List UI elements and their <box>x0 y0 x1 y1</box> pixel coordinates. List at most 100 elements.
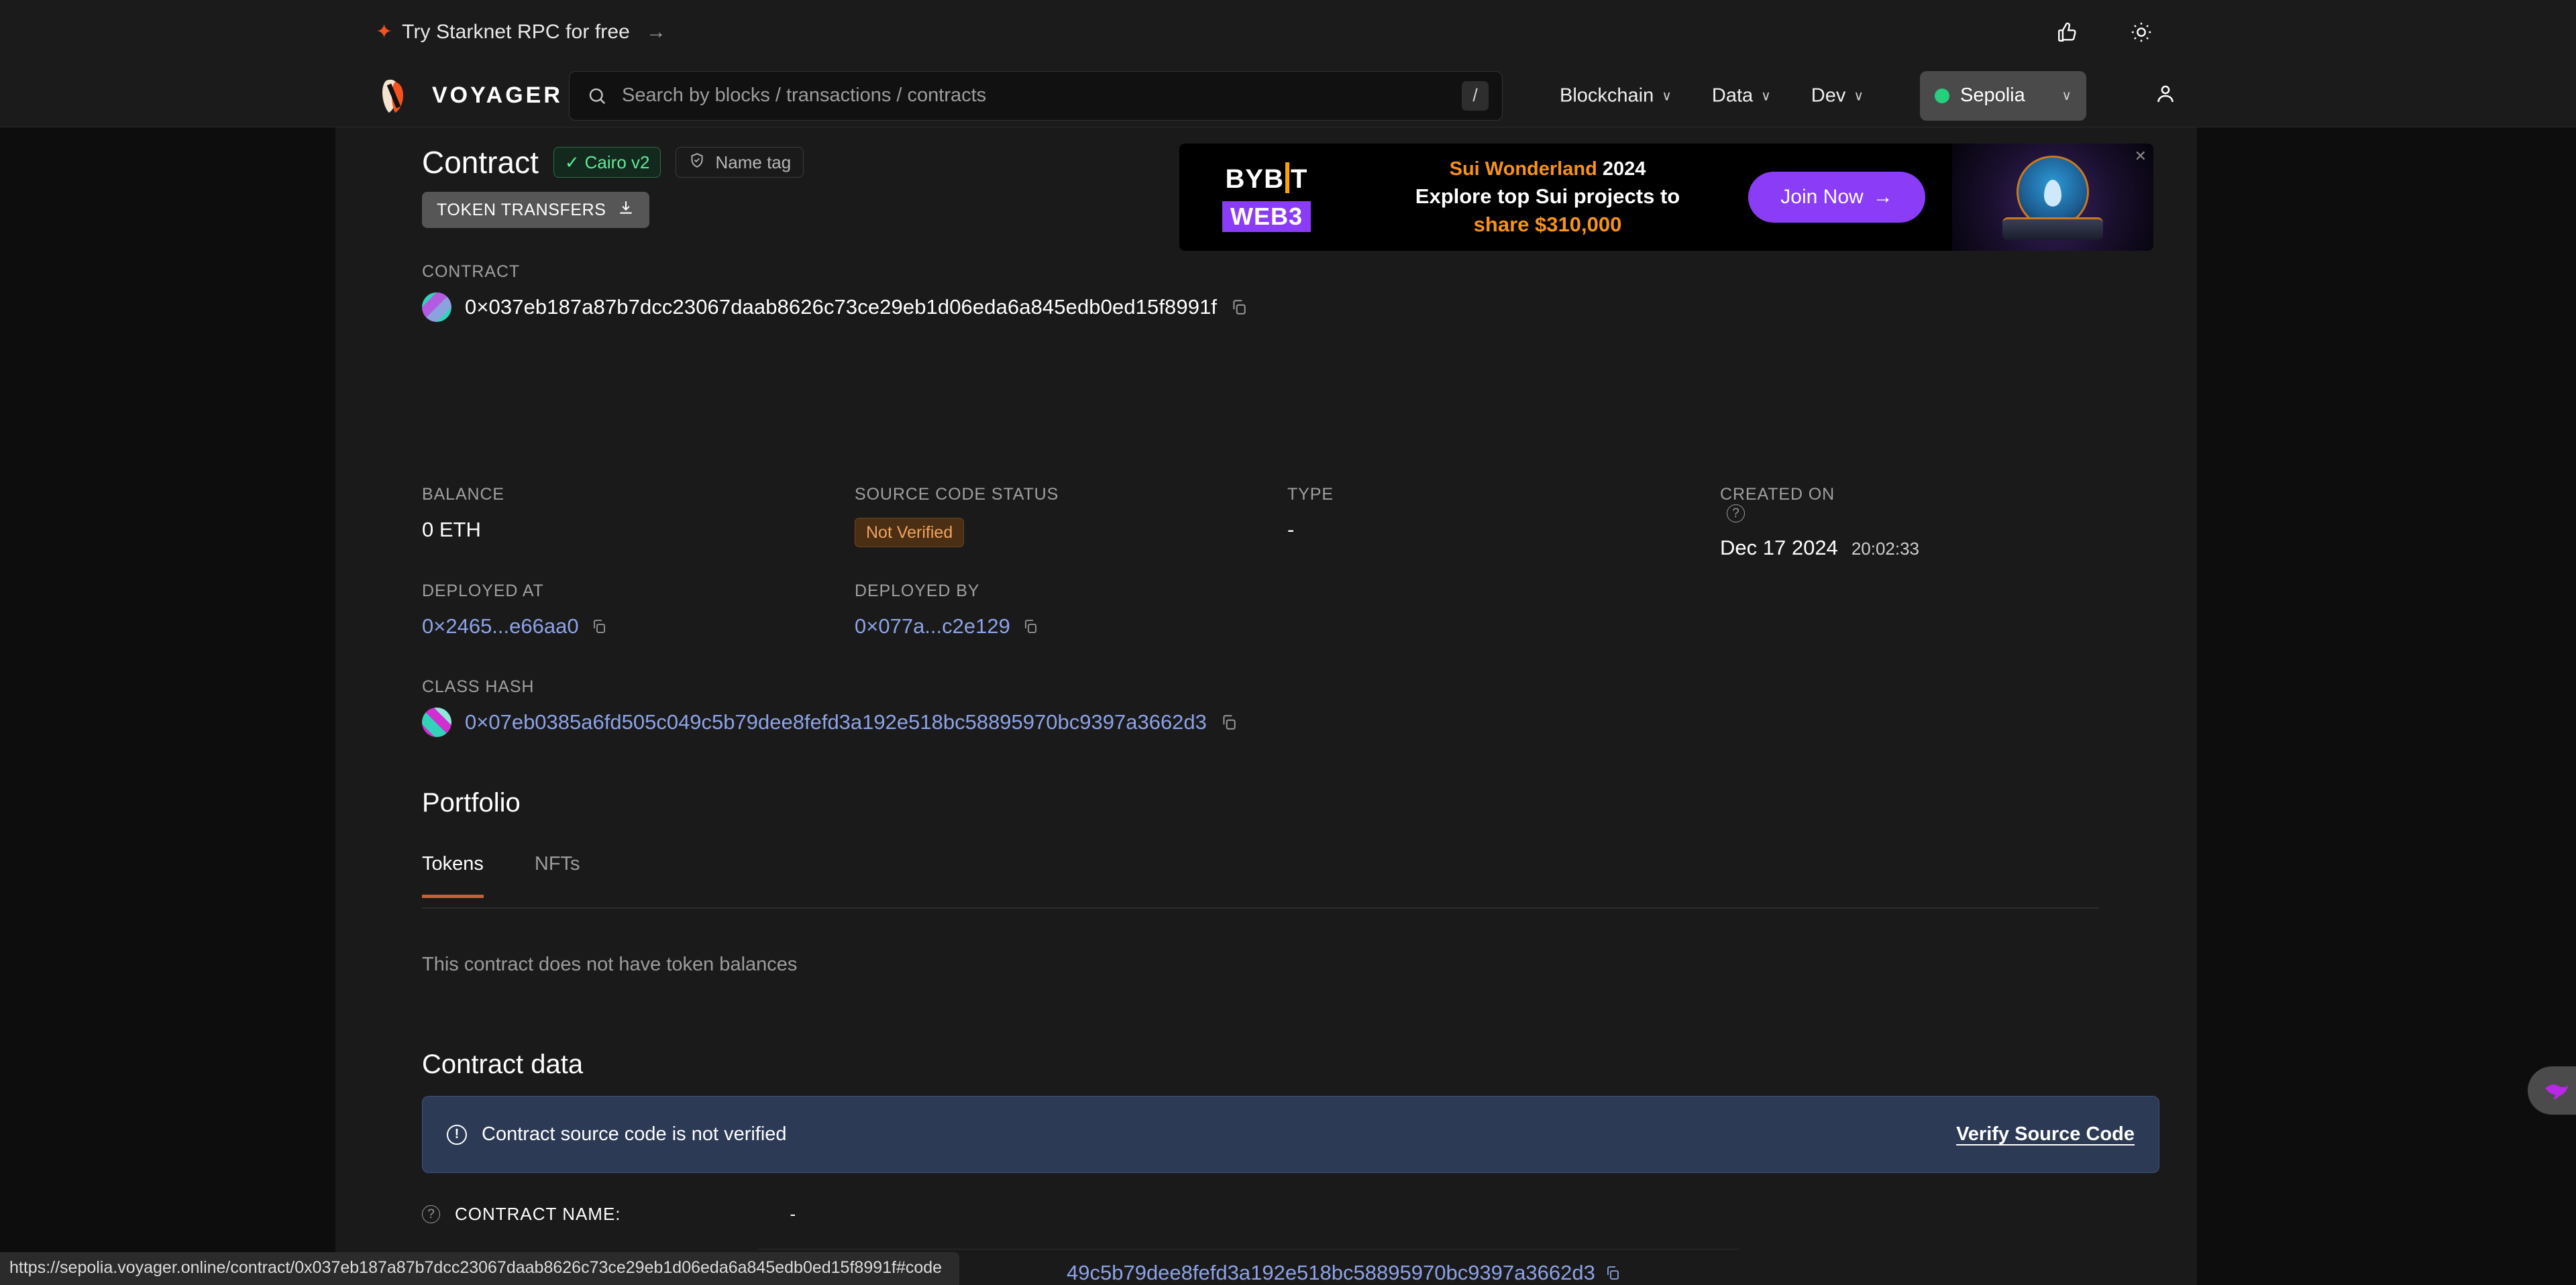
promo-label: Try Starknet RPC for free <box>402 21 630 43</box>
created-date: Dec 17 2024 <box>1720 536 1838 559</box>
portfolio-empty-message: This contract does not have token balanc… <box>422 954 798 975</box>
contract-name-row: ? CONTRACT NAME: - <box>422 1204 796 1225</box>
contract-meta-grid: BALANCE 0 ETH SOURCE CODE STATUS Not Ver… <box>422 485 2099 560</box>
arrow-right-icon: → <box>645 21 666 43</box>
tab-nfts[interactable]: NFTs <box>535 853 580 898</box>
nav-item-blockchain[interactable]: Blockchain ∨ <box>1540 85 1692 107</box>
class-hash-row: 0×07eb0385a6fd505c049c5b79dee8fefd3a192e… <box>422 708 1238 737</box>
contract-name-label: CONTRACT NAME: <box>455 1204 621 1224</box>
copy-icon[interactable] <box>591 618 607 634</box>
bird-logo-icon <box>2541 1076 2572 1106</box>
search-input[interactable] <box>622 85 1462 107</box>
source-status-wrap: Not Verified <box>855 518 1287 547</box>
balance-label: BALANCE <box>422 485 505 504</box>
chevron-down-icon: ∨ <box>2061 89 2072 103</box>
site-header: VOYAGER / Blockchain ∨ Data ∨ Dev ∨ Sepo… <box>0 64 2576 127</box>
help-icon[interactable]: ? <box>1727 504 1745 522</box>
bybit-logo: BYB T <box>1226 162 1308 194</box>
network-status-dot <box>1935 88 1949 103</box>
promo-icon-group <box>2053 0 2156 64</box>
class-hash-section: CLASS HASH 0×07eb0385a6fd505c049c5b79dee… <box>422 677 1238 737</box>
created-on-label: CREATED ON <box>1720 485 1835 504</box>
close-icon[interactable]: ✕ <box>2135 148 2147 165</box>
snowglobe-base <box>2002 217 2103 240</box>
balance-cell: BALANCE 0 ETH <box>422 485 855 560</box>
token-transfers-button[interactable]: TOKEN TRANSFERS <box>422 192 649 228</box>
search-bar[interactable]: / <box>569 70 1503 121</box>
sun-icon[interactable] <box>2127 17 2156 47</box>
source-status-label: SOURCE CODE STATUS <box>855 485 1059 504</box>
contract-data-heading: Contract data <box>422 1050 584 1079</box>
avatar <box>422 292 451 322</box>
nav-label-blockchain: Blockchain <box>1560 85 1654 106</box>
name-tag-button[interactable]: Name tag <box>676 147 804 178</box>
deployed-by-row: 0×077a...c2e129 <box>855 614 1287 638</box>
balance-value: 0 ETH <box>422 518 481 541</box>
ad-brand-block: BYB T WEB3 <box>1179 162 1334 232</box>
user-account-button[interactable] <box>2149 79 2182 113</box>
deploy-spacer-2 <box>1720 581 2099 638</box>
nav-item-data[interactable]: Data ∨ <box>1692 85 1791 107</box>
contract-title-row: Contract ✓ Cairo v2 Name tag <box>422 144 804 180</box>
created-time: 20:02:33 <box>1851 539 1920 559</box>
portfolio-tabs: Tokens NFTs <box>422 853 631 898</box>
voyager-mark-icon <box>373 74 417 118</box>
created-on-value: Dec 17 2024 20:02:33 <box>1720 536 2099 560</box>
thumbs-up-icon[interactable] <box>2053 17 2082 47</box>
ad-line-2: Explore top Sui projects to <box>1415 184 1680 208</box>
tab-tokens[interactable]: Tokens <box>422 853 484 898</box>
deployed-at-row: 0×2465...e66aa0 <box>422 614 855 638</box>
deployment-grid: DEPLOYED AT 0×2465...e66aa0 DEPLOYED BY … <box>422 581 2099 638</box>
deployed-at-cell: DEPLOYED AT 0×2465...e66aa0 <box>422 581 855 638</box>
copy-icon[interactable] <box>1605 1265 1621 1281</box>
class-hash-link[interactable]: 0×07eb0385a6fd505c049c5b79dee8fefd3a192e… <box>465 710 1207 734</box>
deployed-by-link[interactable]: 0×077a...c2e129 <box>855 614 1010 638</box>
created-on-cell: CREATED ON? Dec 17 2024 20:02:33 <box>1720 485 2099 560</box>
type-cell: TYPE - <box>1287 485 1720 560</box>
copy-icon[interactable] <box>1220 714 1238 731</box>
content-panel: Contract ✓ Cairo v2 Name tag TOKEN TRANS… <box>335 127 2197 1285</box>
portfolio-tabs-divider <box>422 907 2099 909</box>
deploy-spacer-1 <box>1287 581 1720 638</box>
portfolio-heading: Portfolio <box>422 788 521 818</box>
promo-link[interactable]: ✦ Try Starknet RPC for free → <box>376 0 666 64</box>
verify-source-code-link[interactable]: Verify Source Code <box>1956 1123 2135 1146</box>
ad-artwork <box>1952 144 2153 251</box>
chevron-down-icon: ∨ <box>1761 89 1771 103</box>
sparkle-icon: ✦ <box>376 21 393 43</box>
user-icon <box>2153 82 2178 109</box>
search-shortcut-key: / <box>1462 80 1489 111</box>
nav-item-dev[interactable]: Dev ∨ <box>1791 85 1884 107</box>
floating-chat-widget[interactable] <box>2528 1066 2576 1115</box>
chevron-down-icon: ∨ <box>1854 89 1864 103</box>
promo-strip: ✦ Try Starknet RPC for free → <box>0 0 2576 64</box>
nav-label-dev: Dev <box>1811 85 1846 106</box>
overflow-class-hash-text: 49c5b79dee8fefd3a192e518bc58895970bc9397… <box>1067 1261 1595 1284</box>
overflow-class-hash[interactable]: 49c5b79dee8fefd3a192e518bc58895970bc9397… <box>1067 1261 1621 1285</box>
contract-address-row: 0×037eb187a87b7dcc23067daab8626c73ce29eb… <box>422 292 1248 322</box>
contract-name-value: - <box>790 1204 796 1224</box>
type-label: TYPE <box>1287 485 1334 504</box>
deployed-at-label: DEPLOYED AT <box>422 581 544 600</box>
chevron-down-icon: ∨ <box>1662 89 1672 103</box>
avatar <box>422 708 451 737</box>
page-body: Contract ✓ Cairo v2 Name tag TOKEN TRANS… <box>0 127 2576 1285</box>
cairo-version-badge: ✓ Cairo v2 <box>553 147 661 178</box>
verification-notice: ! Contract source code is not verified V… <box>422 1096 2159 1173</box>
main-nav: Blockchain ∨ Data ∨ Dev ∨ <box>1540 85 1884 107</box>
contract-address-section: CONTRACT 0×037eb187a87b7dcc23067daab8626… <box>422 262 1248 322</box>
token-transfers-label: TOKEN TRANSFERS <box>437 200 606 219</box>
nav-label-data: Data <box>1711 85 1754 106</box>
check-icon: ✓ <box>564 152 580 172</box>
deployed-by-label: DEPLOYED BY <box>855 581 980 600</box>
ad-join-now-button[interactable]: Join Now → <box>1748 172 1925 223</box>
help-icon[interactable]: ? <box>422 1205 440 1223</box>
ad-line-1: Sui Wonderland 2024 <box>1449 158 1646 180</box>
copy-icon[interactable] <box>1022 618 1038 634</box>
advertisement-banner[interactable]: BYB T WEB3 Sui Wonderland 2024 Explore to… <box>1179 144 2153 251</box>
copy-icon[interactable] <box>1230 298 1248 316</box>
voyager-logo[interactable]: VOYAGER <box>373 74 563 118</box>
deployed-at-link[interactable]: 0×2465...e66aa0 <box>422 614 579 638</box>
network-selector[interactable]: Sepolia ∨ <box>1920 70 2086 121</box>
notice-message-group: ! Contract source code is not verified <box>447 1123 1956 1146</box>
